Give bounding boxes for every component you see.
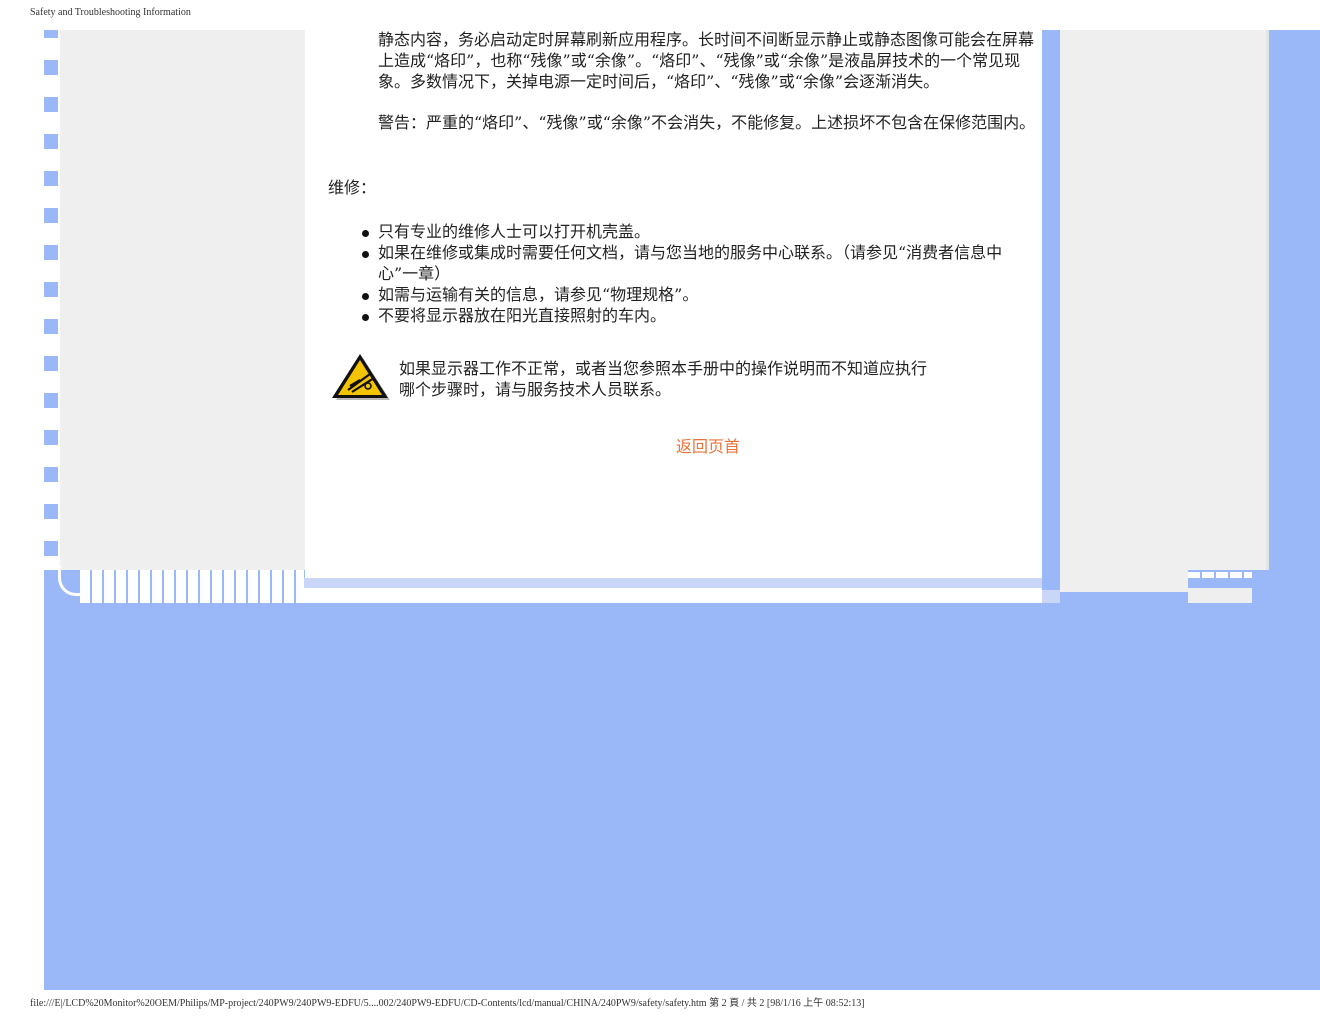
bottom-gap [1042,590,1060,603]
right-bottom-panel-2 [1188,588,1252,603]
warning-triangle-icon [332,354,390,400]
service-warning-text: 如果显示器工作不正常，或者当您参照本手册中的操作说明而不知道应执行 哪个步骤时，… [399,358,999,400]
right-bottom-panel [1060,570,1188,592]
left-panel [60,30,305,570]
list-item: 如果在维修或集成时需要任何文档，请与您当地的服务中心联系。（请参见“消费者信息中… [360,242,1040,284]
right-panel-edge [1266,30,1269,570]
warning-paragraph: 警告：严重的“烙印”、“残像”或“余像”不会消失，不能修复。上述损坏不包含在保修… [378,113,1036,132]
list-item: 如需与运输有关的信息，请参见“物理规格”。 [360,284,1040,305]
warning-line-2: 哪个步骤时，请与服务技术人员联系。 [399,380,672,399]
service-bullet-list: 只有专业的维修人士可以打开机壳盖。 如果在维修或集成时需要任何文档，请与您当地的… [360,221,1040,326]
page-footer-path: file:///E|/LCD%20Monitor%20OEM/Philips/M… [30,998,865,1009]
list-item: 不要将显示器放在阳光直接照射的车内。 [360,305,1040,326]
burn-in-paragraph: 静态内容，务必启动定时屏幕刷新应用程序。长时间不间断显示静止或静态图像可能会在屏… [378,30,1035,91]
bottom-decor-ticks [80,570,304,603]
warning-line-1: 如果显示器工作不正常，或者当您参照本手册中的操作说明而不知道应执行 [399,359,928,378]
bottom-white-strip [304,588,1042,603]
section-heading-service: 维修： [328,178,377,197]
list-item: 只有专业的维修人士可以打开机壳盖。 [360,221,1040,242]
page-header-title: Safety and Troubleshooting Information [30,7,191,18]
back-to-top-link[interactable]: 返回页首 [676,433,740,457]
right-panel [1060,30,1268,570]
right-decor-ticks [1188,572,1252,578]
